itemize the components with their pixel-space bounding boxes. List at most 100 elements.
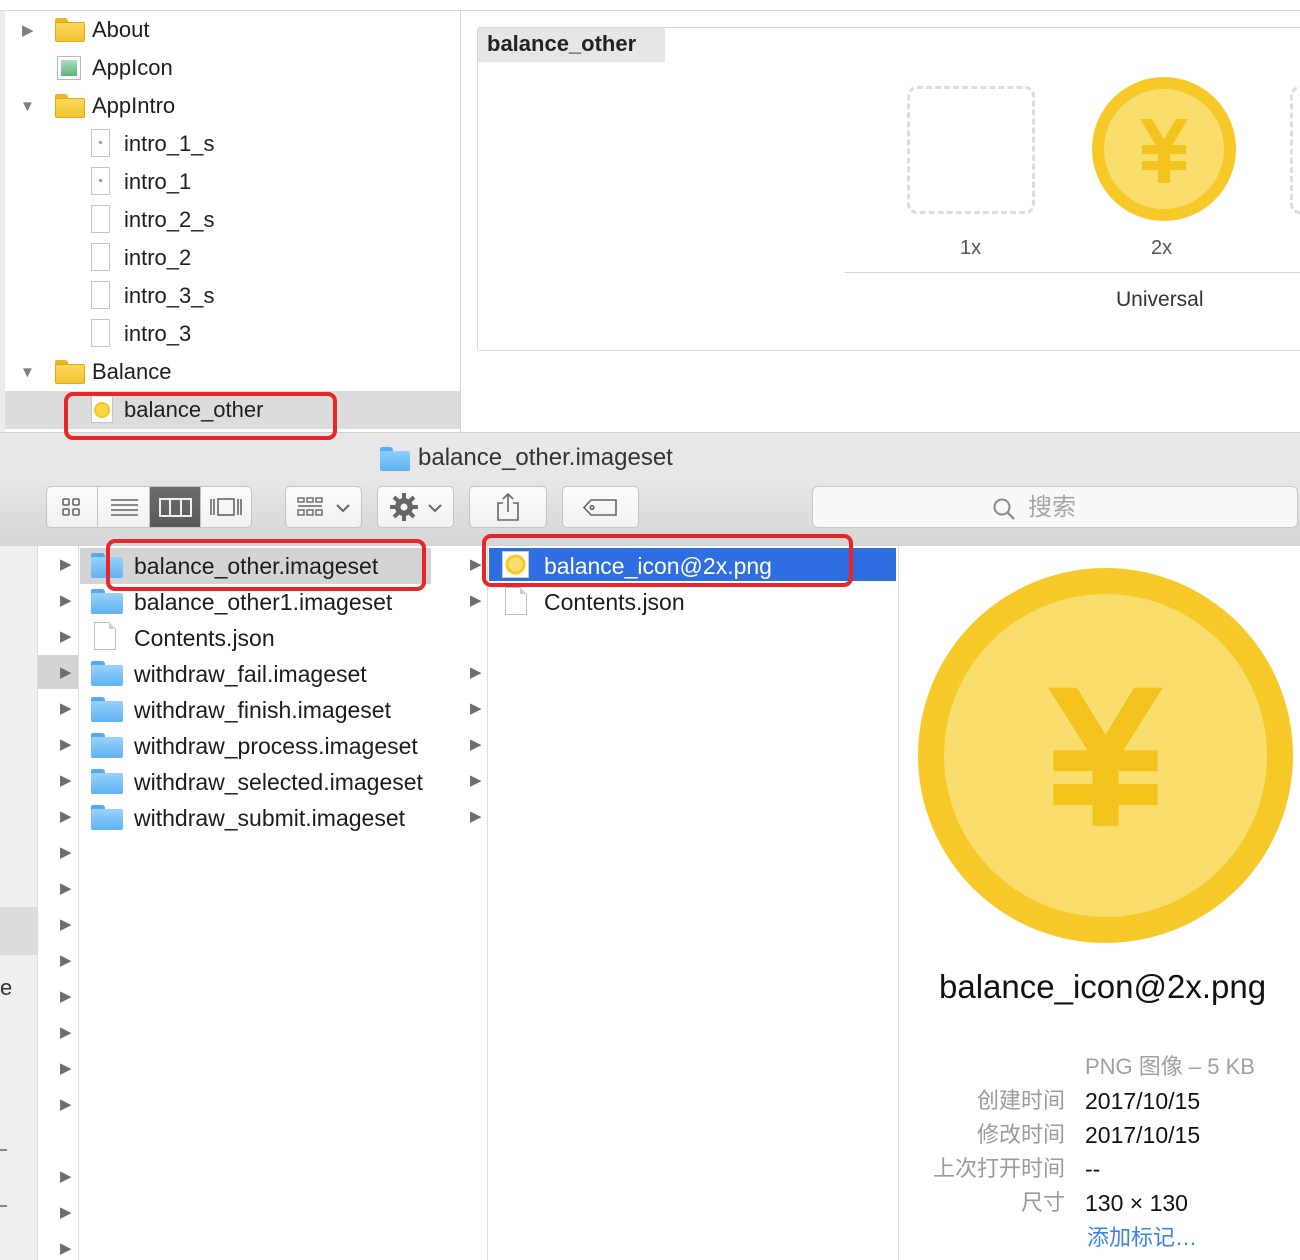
meta-modified-value: 2017/10/15 (1085, 1122, 1201, 1148)
disclosure-arrow-icon: ▶ (470, 808, 482, 825)
navigator-item-intro-3[interactable]: intro_3 (5, 315, 460, 353)
slot-2x-coin-image[interactable] (1092, 77, 1236, 221)
add-tags-link[interactable]: 添加标记… (1087, 1225, 1197, 1251)
folder-icon (91, 733, 123, 758)
tags-button[interactable] (562, 486, 639, 528)
disclosure-arrow-icon[interactable]: ▶ (60, 773, 72, 789)
disclosure-arrow-icon: ▶ (470, 592, 482, 609)
browser-column-parent (38, 546, 79, 1260)
group-menu-button[interactable] (285, 486, 362, 528)
disclosure-arrow-icon[interactable]: ▶ (60, 809, 72, 825)
highlight-annotation (106, 539, 426, 591)
folder-icon (91, 661, 123, 686)
item-name: balance_other1.imageset (134, 589, 393, 615)
share-icon (497, 492, 519, 521)
divider (845, 272, 1300, 273)
action-menu-button[interactable] (377, 486, 454, 528)
list-view-icon (111, 499, 138, 516)
window-title: balance_other.imageset (418, 444, 673, 471)
browser-column-2 (488, 546, 899, 1260)
disclosure-arrow-icon[interactable]: ▶ (60, 1205, 72, 1221)
group-menu-icon (297, 497, 350, 516)
navigator-item-label: About (92, 17, 150, 42)
icon-view-button[interactable] (47, 487, 98, 527)
preview-coin-image (918, 568, 1293, 943)
disclosure-arrow-icon[interactable]: ▶ (60, 1025, 72, 1041)
disclosure-arrow-icon[interactable]: ▶ (60, 593, 72, 609)
disclosure-arrow-icon[interactable]: ▶ (60, 665, 72, 681)
view-mode-segmented-control[interactable] (46, 486, 252, 528)
preview-filename: balance_icon@2x.png (939, 968, 1267, 1005)
navigator-item-appicon[interactable]: AppIcon (5, 49, 460, 87)
disclosure-arrow-icon[interactable]: ▶ (60, 701, 72, 717)
disclosure-triangle-collapsed-icon[interactable]: ▶ (22, 23, 34, 38)
sidebar-selected-item[interactable] (0, 907, 37, 955)
navigator-item-label: intro_1 (124, 169, 192, 194)
sidebar-item-fragment[interactable] (0, 1187, 7, 1207)
navigator-item-appintro[interactable]: ▼ AppIntro (5, 87, 460, 125)
browser-column-1 (79, 546, 488, 1260)
navigator-item-intro-3-s[interactable]: intro_3_s (5, 277, 460, 315)
finder-sidebar (0, 546, 38, 1260)
slot-1x-dropzone[interactable] (907, 86, 1035, 214)
disclosure-arrow-icon[interactable]: ▶ (60, 1061, 72, 1077)
image-file-icon (91, 167, 110, 195)
disclosure-arrow-icon[interactable]: ▶ (60, 881, 72, 897)
image-file-icon (91, 129, 110, 157)
folder-icon (91, 589, 123, 614)
asset-navigator: ▶ About AppIcon ▼ AppIntro intro_1_s int… (5, 11, 461, 432)
xcode-asset-catalog: ▶ About AppIcon ▼ AppIntro intro_1_s int… (0, 0, 1300, 432)
document-icon (94, 622, 116, 650)
navigator-item-intro-1-s[interactable]: intro_1_s (5, 125, 460, 163)
sidebar-item-fragment[interactable]: e (0, 975, 12, 1001)
list-view-button[interactable] (98, 487, 150, 527)
search-placeholder: 搜索 (1028, 494, 1076, 521)
disclosure-arrow-icon[interactable]: ▶ (60, 1097, 72, 1113)
disclosure-triangle-expanded-icon[interactable]: ▼ (20, 99, 35, 114)
disclosure-arrow-icon[interactable]: ▶ (60, 917, 72, 933)
preview-kind-size: PNG 图像 – 5 KB (1085, 1054, 1255, 1079)
image-file-icon (91, 281, 110, 309)
navigator-item-intro-1[interactable]: intro_1 (5, 163, 460, 201)
item-name: withdraw_finish.imageset (134, 697, 391, 723)
navigator-item-label: intro_2 (124, 245, 192, 270)
image-file-icon (91, 319, 110, 347)
disclosure-arrow-icon[interactable]: ▶ (60, 1169, 72, 1185)
item-name: Contents.json (544, 589, 685, 615)
disclosure-arrow-icon: ▶ (470, 736, 482, 753)
column-view-button[interactable] (150, 487, 201, 527)
disclosure-triangle-expanded-icon[interactable]: ▼ (20, 365, 35, 380)
navigator-item-intro-2-s[interactable]: intro_2_s (5, 201, 460, 239)
share-button[interactable] (469, 486, 547, 528)
disclosure-arrow-icon[interactable]: ▶ (60, 557, 72, 573)
slot-3x-dropzone[interactable] (1290, 86, 1300, 214)
highlight-annotation (482, 534, 853, 587)
gallery-view-button[interactable] (201, 487, 251, 527)
disclosure-arrow-icon[interactable]: ▶ (60, 1241, 72, 1257)
disclosure-arrow-icon[interactable]: ▶ (60, 629, 72, 645)
navigator-item-balance[interactable]: ▼ Balance (5, 353, 460, 391)
navigator-item-label: intro_3_s (124, 283, 215, 308)
disclosure-arrow-icon[interactable]: ▶ (60, 989, 72, 1005)
meta-dimensions-key: 尺寸 (1020, 1190, 1065, 1215)
sidebar-item-fragment[interactable] (0, 1131, 7, 1151)
image-file-icon (91, 205, 110, 233)
navigator-item-label: intro_2_s (124, 207, 215, 232)
navigator-item-intro-2[interactable]: intro_2 (5, 239, 460, 277)
appicon-icon (57, 56, 81, 80)
disclosure-arrow-icon[interactable]: ▶ (60, 953, 72, 969)
disclosure-arrow-icon: ▶ (470, 556, 482, 573)
navigator-item-about[interactable]: ▶ About (5, 11, 460, 49)
tag-icon (582, 499, 617, 516)
folder-icon (55, 18, 85, 42)
disclosure-arrow-icon[interactable]: ▶ (60, 737, 72, 753)
parent-selected-row[interactable] (38, 655, 78, 689)
item-name: withdraw_submit.imageset (134, 805, 406, 831)
navigator-item-label: Balance (92, 359, 172, 384)
disclosure-arrow-icon[interactable]: ▶ (60, 845, 72, 861)
search-icon (993, 498, 1015, 520)
meta-created-key: 创建时间 (976, 1088, 1065, 1113)
meta-modified-key: 修改时间 (976, 1122, 1065, 1147)
meta-created-value: 2017/10/15 (1085, 1088, 1201, 1114)
item-name: withdraw_selected.imageset (134, 769, 423, 795)
